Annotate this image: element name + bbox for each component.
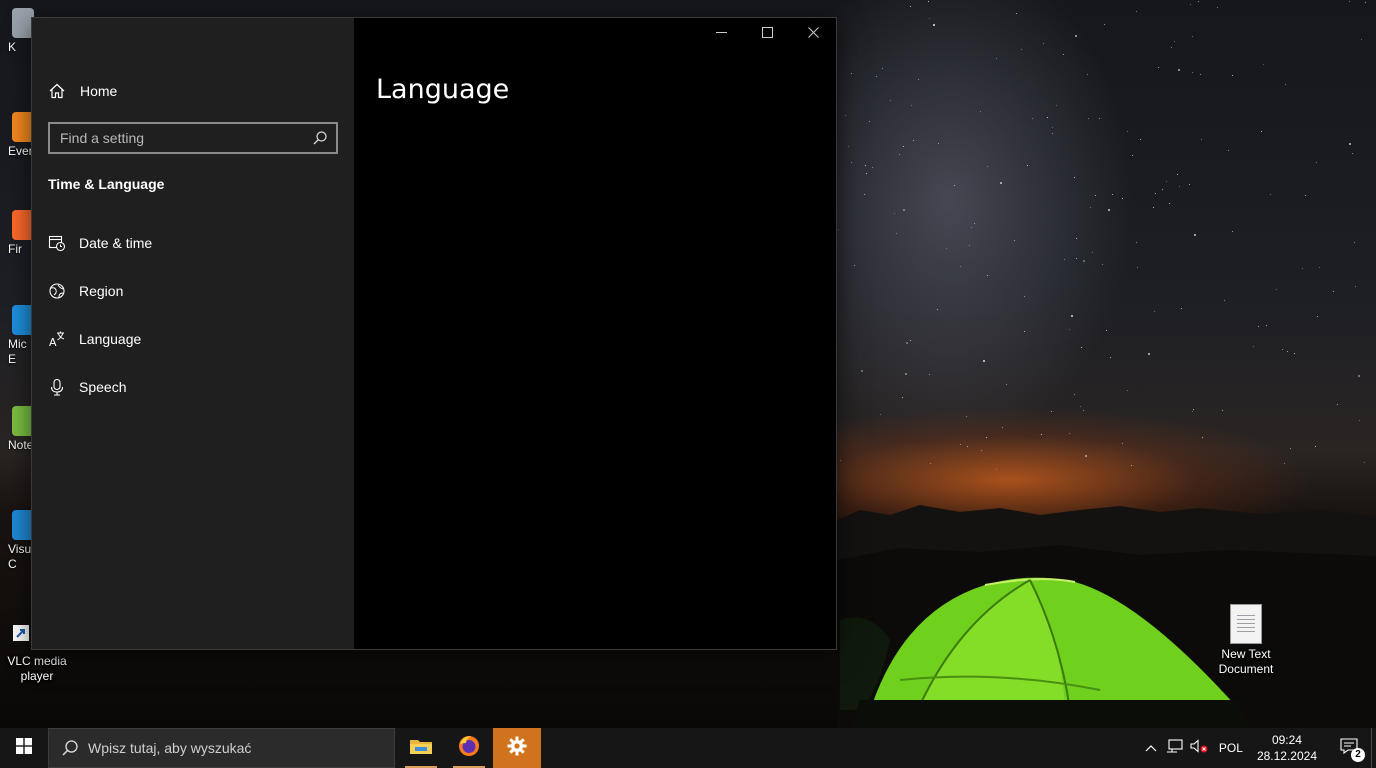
find-setting-input[interactable] bbox=[50, 124, 312, 152]
minimize-button[interactable] bbox=[698, 18, 744, 50]
taskbar-clock[interactable]: 09:24 28.12.2024 bbox=[1251, 732, 1327, 764]
nav-item-label: Date & time bbox=[79, 235, 153, 251]
clock-time: 09:24 bbox=[1271, 733, 1302, 747]
microphone-icon bbox=[48, 378, 66, 396]
svg-text:A: A bbox=[49, 336, 57, 348]
nav-item-language[interactable]: A Language bbox=[48, 328, 141, 350]
shortcut-arrow-icon bbox=[12, 624, 30, 642]
desktop-icon-vlc-label: VLC media player bbox=[7, 654, 67, 683]
show-hidden-icons-button[interactable] bbox=[1139, 728, 1163, 768]
search-icon bbox=[61, 739, 79, 757]
page-title: Language bbox=[376, 74, 510, 105]
nav-item-label: Speech bbox=[79, 379, 127, 395]
notification-count-badge: 2 bbox=[1351, 748, 1365, 762]
volume-muted-icon bbox=[1190, 738, 1208, 758]
maximize-icon bbox=[761, 25, 773, 43]
maximize-button[interactable] bbox=[744, 18, 790, 50]
minimize-icon bbox=[715, 25, 727, 43]
clock-date: 28.12.2024 bbox=[1256, 749, 1317, 763]
taskbar-app-settings[interactable] bbox=[493, 728, 541, 768]
section-title: Time & Language bbox=[48, 176, 165, 192]
nav-home-label: Home bbox=[80, 83, 118, 99]
nav-item-date-time[interactable]: Date & time bbox=[48, 232, 152, 254]
network-tray-button[interactable] bbox=[1163, 728, 1187, 768]
action-center-button[interactable]: 2 bbox=[1327, 728, 1371, 768]
chevron-up-icon bbox=[1145, 739, 1157, 757]
taskbar-search-placeholder: Wpisz tutaj, aby wyszukać bbox=[88, 740, 252, 756]
folder-icon bbox=[409, 736, 433, 761]
nav-home[interactable]: Home bbox=[48, 80, 117, 102]
search-icon[interactable] bbox=[312, 130, 328, 146]
settings-nav-pane: Home Time & Language Date & time Region … bbox=[32, 18, 354, 649]
taskbar: Wpisz tutaj, aby wyszukać POL 09:24 28.1… bbox=[0, 728, 1376, 768]
language-icon: A bbox=[48, 330, 66, 349]
window-caption-buttons bbox=[698, 18, 836, 50]
close-icon bbox=[807, 25, 819, 43]
nav-item-label: Region bbox=[79, 283, 124, 299]
nav-item-region[interactable]: Region bbox=[48, 280, 123, 302]
desktop-icon-text-doc-label: New Text Document bbox=[1218, 647, 1274, 676]
close-button[interactable] bbox=[790, 18, 836, 50]
network-icon bbox=[1166, 738, 1184, 758]
text-document-icon bbox=[1230, 604, 1262, 644]
show-desktop-button[interactable] bbox=[1371, 728, 1376, 768]
calendar-clock-icon bbox=[48, 234, 66, 252]
windows-logo-icon bbox=[16, 737, 32, 759]
home-icon bbox=[48, 82, 66, 100]
gear-icon bbox=[507, 736, 527, 761]
find-setting-search[interactable] bbox=[48, 122, 338, 154]
nav-item-label: Language bbox=[79, 331, 142, 347]
start-button[interactable] bbox=[0, 728, 48, 768]
nav-item-speech[interactable]: Speech bbox=[48, 376, 126, 398]
taskbar-app-file-explorer[interactable] bbox=[397, 728, 445, 768]
input-language-indicator[interactable]: POL bbox=[1211, 741, 1251, 755]
firefox-icon bbox=[457, 734, 481, 763]
settings-window: Home Time & Language Date & time Region … bbox=[31, 17, 837, 650]
taskbar-app-firefox[interactable] bbox=[445, 728, 493, 768]
volume-tray-button[interactable] bbox=[1187, 728, 1211, 768]
system-tray: POL 09:24 28.12.2024 2 bbox=[1139, 728, 1376, 768]
globe-icon bbox=[48, 282, 66, 300]
desktop-icon-new-text-document[interactable]: New Text Document bbox=[1209, 604, 1283, 677]
taskbar-search-box[interactable]: Wpisz tutaj, aby wyszukać bbox=[48, 728, 395, 768]
settings-content-pane: Language bbox=[354, 18, 836, 649]
